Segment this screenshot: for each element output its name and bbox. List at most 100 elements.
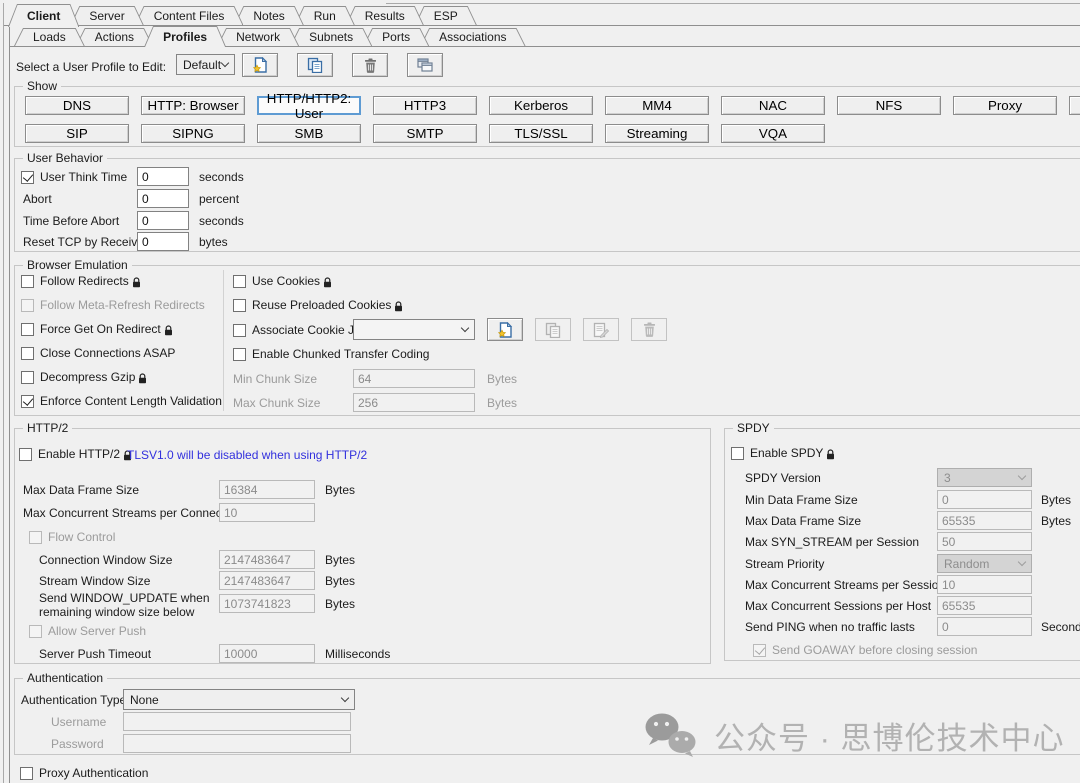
trash-icon [643, 322, 656, 337]
tab-esp[interactable]: ESP [415, 6, 477, 25]
protocol-button-sip[interactable]: SIP [25, 124, 129, 143]
min-chunk-unit: Bytes [487, 372, 517, 386]
max-chunk-unit: Bytes [487, 396, 517, 410]
protocol-button-mm4[interactable]: MM4 [605, 96, 709, 115]
spdy-group: SPDY Enable SPDY SPDY Version 3 Min Data… [724, 428, 1080, 661]
cookie-jar-checkbox[interactable] [233, 324, 246, 337]
spdy-streams-session-input [937, 575, 1032, 594]
new-document-star-icon [253, 57, 268, 73]
protocol-button-proxy[interactable]: Proxy [953, 96, 1057, 115]
reset-tcp-input[interactable] [137, 232, 189, 251]
tab-notes[interactable]: Notes [234, 6, 303, 25]
conn-window-label: Connection Window Size [39, 553, 172, 567]
cookie-jar-combo[interactable] [353, 319, 475, 340]
tab-client[interactable]: Client [8, 4, 79, 27]
close-asap-checkbox[interactable] [21, 347, 34, 360]
tab-actions[interactable]: Actions [76, 28, 153, 46]
protocol-button-sipng[interactable]: SIPNG [141, 124, 245, 143]
protocol-button-nfs[interactable]: NFS [837, 96, 941, 115]
enforce-length-label: Enforce Content Length Validation [40, 394, 222, 408]
spdy-group-title: SPDY [733, 421, 774, 435]
follow-redirects-checkbox[interactable] [21, 275, 34, 288]
protocol-button-tls-ssl[interactable]: TLS/SSL [489, 124, 593, 143]
user-think-time-input[interactable] [137, 167, 189, 186]
decompress-gzip-checkbox[interactable] [21, 371, 34, 384]
protocol-button-smb[interactable]: SMB [257, 124, 361, 143]
protocol-button-streaming[interactable]: Streaming [605, 124, 709, 143]
tab-loads-label: Loads [33, 30, 66, 44]
tab-ports[interactable]: Ports [363, 28, 429, 46]
tab-results[interactable]: Results [346, 6, 424, 25]
new-profile-button[interactable] [242, 53, 278, 77]
tab-profiles[interactable]: Profiles [144, 26, 226, 47]
protocol-button-dns[interactable]: DNS [25, 96, 129, 115]
copy-profile-button[interactable] [297, 53, 333, 77]
http2-group: HTTP/2 Enable HTTP/2 TLSV1.0 will be dis… [14, 428, 711, 664]
protocol-button-clipped[interactable] [1069, 96, 1080, 115]
goaway-label: Send GOAWAY before closing session [772, 643, 977, 657]
protocol-button-nac[interactable]: NAC [721, 96, 825, 115]
stream-priority-value: Random [944, 557, 989, 571]
proxy-auth-checkbox[interactable] [20, 767, 33, 780]
window-update-input [219, 594, 315, 613]
chunked-row: Enable Chunked Transfer Coding [233, 345, 429, 363]
protocol-button-vqa[interactable]: VQA [721, 124, 825, 143]
rename-profile-button[interactable] [407, 53, 443, 77]
column-divider [223, 270, 224, 411]
proxy-auth-row: Proxy Authentication [20, 764, 148, 782]
protocol-button-http-http2-user[interactable]: HTTP/HTTP2: User [257, 96, 361, 115]
time-before-abort-unit: seconds [199, 214, 244, 228]
new-cookie-jar-button[interactable] [487, 318, 523, 341]
profile-select-combo[interactable]: Default [176, 54, 235, 75]
push-timeout-unit: Milliseconds [325, 647, 390, 661]
server-push-row: Allow Server Push [29, 622, 146, 640]
tab-network[interactable]: Network [217, 28, 299, 46]
follow-redirects-label: Follow Redirects [40, 274, 129, 288]
tab-content-files[interactable]: Content Files [135, 6, 244, 25]
stream-priority-combo: Random [937, 554, 1032, 573]
push-timeout-input [219, 644, 315, 663]
reset-tcp-unit: bytes [199, 235, 228, 249]
chunked-checkbox[interactable] [233, 348, 246, 361]
auth-type-combo[interactable]: None [123, 689, 355, 710]
protocol-button-http3[interactable]: HTTP3 [373, 96, 477, 115]
meta-refresh-checkbox [21, 299, 34, 312]
enable-http2-row: Enable HTTP/2 [19, 445, 132, 463]
spdy-streams-session-label: Max Concurrent Streams per Session [745, 578, 945, 592]
stream-window-input [219, 571, 315, 590]
tab-server[interactable]: Server [70, 6, 143, 25]
protocol-button-kerberos[interactable]: Kerberos [489, 96, 593, 115]
protocol-button-smtp[interactable]: SMTP [373, 124, 477, 143]
enable-http2-checkbox[interactable] [19, 448, 32, 461]
tab-loads[interactable]: Loads [14, 28, 85, 46]
user-think-time-checkbox[interactable] [21, 171, 34, 184]
tab-subnets[interactable]: Subnets [290, 28, 372, 46]
auth-type-value: None [130, 693, 159, 707]
use-cookies-checkbox[interactable] [233, 275, 246, 288]
tabstrip-secondary: Loads Actions Profiles Network Subnets P… [14, 26, 517, 48]
time-before-abort-input[interactable] [137, 211, 189, 230]
enable-spdy-checkbox[interactable] [731, 447, 744, 460]
reuse-cookies-checkbox[interactable] [233, 299, 246, 312]
protocol-button-http-browser[interactable]: HTTP: Browser [141, 96, 245, 115]
tab-associations[interactable]: Associations [420, 28, 525, 46]
reuse-cookies-row: Reuse Preloaded Cookies [233, 296, 403, 314]
conn-window-unit: Bytes [325, 553, 355, 567]
abort-unit: percent [199, 192, 239, 206]
tab-notes-label: Notes [253, 9, 284, 23]
auth-type-label: Authentication Type [21, 693, 126, 707]
min-chunk-input [353, 369, 475, 388]
force-get-checkbox[interactable] [21, 323, 34, 336]
enable-spdy-row: Enable SPDY [731, 444, 835, 462]
frame-left-outer-line [3, 3, 4, 783]
wechat-icon [644, 712, 698, 758]
reset-tcp-label: Reset TCP by Received [23, 235, 151, 249]
browser-emulation-group-title: Browser Emulation [23, 258, 132, 272]
enforce-length-checkbox[interactable] [21, 395, 34, 408]
http2-tls-notice: TLSV1.0 will be disabled when using HTTP… [127, 448, 367, 462]
tab-run[interactable]: Run [295, 6, 355, 25]
abort-input[interactable] [137, 189, 189, 208]
show-group: Show DNS HTTP: Browser HTTP/HTTP2: User … [14, 86, 1080, 147]
close-asap-label: Close Connections ASAP [40, 346, 175, 360]
delete-profile-button[interactable] [352, 53, 388, 77]
